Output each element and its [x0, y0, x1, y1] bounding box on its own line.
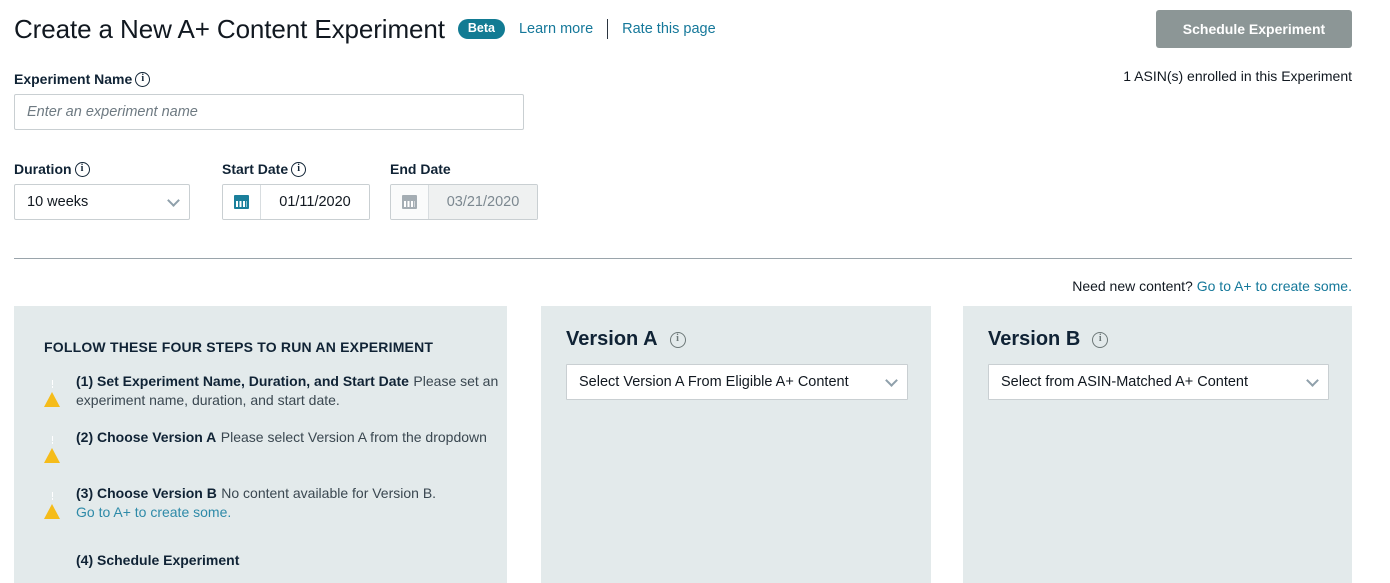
calendar-icon: [234, 195, 249, 209]
steps-panel: FOLLOW THESE FOUR STEPS TO RUN AN EXPERI…: [14, 306, 507, 583]
chevron-down-icon: [885, 374, 898, 387]
step-item: (2) Choose Version A Please select Versi…: [44, 428, 487, 463]
duration-label: Duration i: [14, 160, 190, 178]
step-heading: (2) Choose Version A: [76, 429, 217, 445]
warning-icon: [44, 375, 61, 407]
step-heading: (4) Schedule Experiment: [76, 552, 240, 568]
duration-select[interactable]: 10 weeks: [14, 184, 190, 220]
step-item: (1) Set Experiment Name, Duration, and S…: [44, 372, 507, 410]
step-description: No content available for Version B.: [221, 485, 437, 501]
calendar-icon: [402, 195, 417, 209]
version-b-select[interactable]: Select from ASIN-Matched A+ Content: [988, 364, 1329, 400]
steps-panel-title: FOLLOW THESE FOUR STEPS TO RUN AN EXPERI…: [44, 339, 434, 355]
need-new-content-text: Need new content?: [1072, 278, 1197, 294]
version-a-title-text: Version A: [566, 328, 658, 350]
duration-label-text: Duration: [14, 161, 72, 177]
start-date-group: Start Date i 01/11/2020: [222, 160, 370, 220]
duration-value: 10 weeks: [27, 194, 89, 210]
schedule-experiment-button[interactable]: Schedule Experiment: [1156, 10, 1352, 48]
version-b-panel: Version B i Select from ASIN-Matched A+ …: [963, 306, 1352, 583]
start-date-label-text: Start Date: [222, 161, 289, 177]
experiment-name-label-text: Experiment Name: [14, 71, 133, 87]
version-b-select-value: Select from ASIN-Matched A+ Content: [1001, 374, 1249, 390]
experiment-name-label: Experiment Name i: [14, 70, 524, 88]
beta-badge: Beta: [457, 19, 505, 39]
step-item: (4) Schedule Experiment: [44, 551, 239, 570]
info-icon[interactable]: i: [291, 161, 307, 177]
warning-icon: [44, 431, 61, 463]
step-text: (4) Schedule Experiment: [76, 551, 239, 570]
chevron-down-icon: [167, 194, 180, 207]
title-block: Create a New A+ Content Experiment Beta …: [14, 12, 716, 46]
header-link-separator: [607, 19, 609, 39]
page-root: Create a New A+ Content Experiment Beta …: [0, 0, 1390, 583]
end-date-label: End Date: [390, 160, 538, 178]
info-icon[interactable]: i: [135, 71, 151, 87]
warning-icon: [44, 487, 61, 519]
start-date-label: Start Date i: [222, 160, 370, 178]
step-text: (2) Choose Version A Please select Versi…: [76, 428, 487, 447]
chevron-down-icon: [1306, 374, 1319, 387]
step-link[interactable]: Go to A+ to create some.: [76, 503, 436, 521]
page-title: Create a New A+ Content Experiment: [14, 14, 445, 44]
start-date-field[interactable]: 01/11/2020: [222, 184, 370, 220]
calendar-icon-button[interactable]: [223, 185, 261, 219]
calendar-icon-button: [391, 185, 429, 219]
end-date-field: 03/21/2020: [390, 184, 538, 220]
start-date-value: 01/11/2020: [261, 185, 369, 219]
step-item: (3) Choose Version B No content availabl…: [44, 484, 436, 521]
step-description: Please select Version A from the dropdow…: [220, 429, 487, 445]
info-icon[interactable]: i: [74, 161, 90, 177]
version-b-title: Version B i: [988, 328, 1109, 351]
duration-date-row: Duration i 10 weeks Start Date i 01/11/2…: [14, 160, 538, 220]
info-icon[interactable]: i: [669, 331, 686, 348]
version-b-title-text: Version B: [988, 328, 1081, 350]
experiment-name-group: Experiment Name i: [14, 70, 524, 130]
end-date-group: End Date 03/21/2020: [390, 160, 538, 220]
end-date-value: 03/21/2020: [429, 185, 537, 219]
step-heading: (3) Choose Version B: [76, 485, 217, 501]
section-divider: [14, 258, 1352, 259]
version-a-select-value: Select Version A From Eligible A+ Conten…: [579, 374, 849, 390]
page-header: Create a New A+ Content Experiment Beta …: [14, 10, 1352, 48]
version-a-panel: Version A i Select Version A From Eligib…: [541, 306, 931, 583]
step-text: (1) Set Experiment Name, Duration, and S…: [76, 372, 507, 410]
step-heading: (1) Set Experiment Name, Duration, and S…: [76, 373, 409, 389]
info-icon[interactable]: i: [1092, 331, 1109, 348]
asin-enrolled-note: 1 ASIN(s) enrolled in this Experiment: [1123, 68, 1352, 84]
version-a-select[interactable]: Select Version A From Eligible A+ Conten…: [566, 364, 908, 400]
rate-this-page-link[interactable]: Rate this page: [622, 21, 716, 37]
step-text: (3) Choose Version B No content availabl…: [76, 484, 436, 521]
need-new-content-note: Need new content? Go to A+ to create som…: [1072, 278, 1352, 294]
version-a-title: Version A i: [566, 328, 686, 351]
experiment-name-input[interactable]: [14, 94, 524, 130]
learn-more-link[interactable]: Learn more: [519, 21, 593, 37]
go-to-a-plus-link[interactable]: Go to A+ to create some.: [1197, 278, 1352, 294]
end-date-label-text: End Date: [390, 161, 451, 177]
duration-group: Duration i 10 weeks: [14, 160, 190, 220]
